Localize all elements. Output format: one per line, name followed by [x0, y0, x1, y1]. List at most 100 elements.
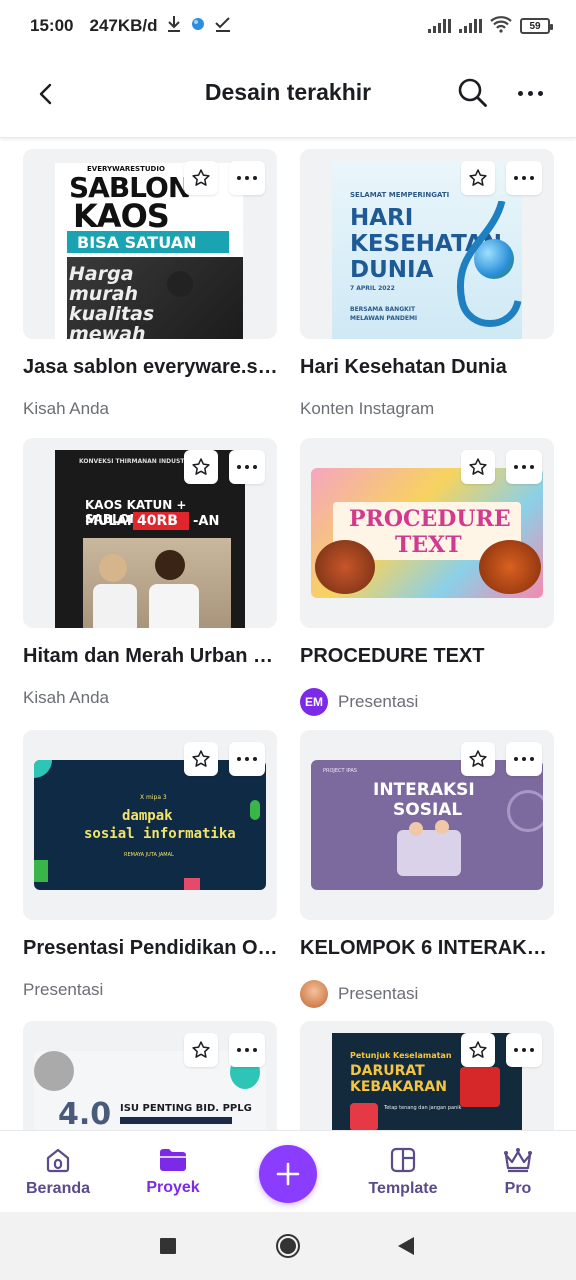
- nav-item-home[interactable]: Beranda: [14, 1131, 102, 1213]
- stethoscope-icon: [456, 201, 522, 327]
- design-title[interactable]: PROCEDURE TEXT: [300, 645, 556, 668]
- star-icon: [192, 750, 210, 767]
- back-system-button[interactable]: [392, 1232, 420, 1260]
- card-options-button[interactable]: [229, 161, 265, 195]
- thumbnail-art: PROJECT IPAS INTERAKSI SOSIAL: [311, 760, 543, 890]
- nav-item-templates[interactable]: Template: [356, 1131, 450, 1213]
- favorite-button[interactable]: [184, 161, 218, 195]
- folder-icon: [160, 1149, 186, 1171]
- dot-icon: [253, 1048, 257, 1052]
- thumb-shape: [34, 760, 52, 778]
- download-icon: [166, 15, 182, 38]
- favorite-button[interactable]: [184, 1033, 218, 1067]
- thumb-text: sosial informatika: [84, 826, 236, 842]
- card-options-button[interactable]: [229, 1033, 265, 1067]
- thumb-text: PROCEDURE: [349, 506, 511, 532]
- design-thumbnail[interactable]: PROCEDURE TEXT: [300, 438, 554, 628]
- design-thumbnail[interactable]: 4.0 ISU PENTING BID. PPLG: [23, 1021, 277, 1130]
- star-icon: [469, 750, 487, 767]
- thumb-text: 40RB: [137, 513, 178, 529]
- thumb-text: murah: [69, 283, 139, 305]
- nav-label-projects: Proyek: [146, 1179, 200, 1196]
- thumb-person: [167, 271, 193, 297]
- favorite-button[interactable]: [461, 1033, 495, 1067]
- thumb-text: SELAMAT MEMPERINGATI: [350, 191, 450, 199]
- thumb-food: [315, 540, 375, 594]
- design-subtitle: EM Presentasi: [300, 688, 418, 716]
- star-icon: [469, 1041, 487, 1058]
- design-thumbnail[interactable]: KONVEKSI THIRMANAN INDUSTRIES KAOS KATUN…: [23, 438, 277, 628]
- design-thumbnail[interactable]: PROJECT IPAS INTERAKSI SOSIAL: [300, 730, 554, 920]
- dot-icon: [237, 465, 241, 469]
- status-network-speed: 247KB/d: [89, 16, 158, 35]
- recent-apps-button[interactable]: [154, 1232, 182, 1260]
- thumb-text: Petunjuk Keselamatan: [350, 1051, 452, 1060]
- star-icon: [192, 169, 210, 186]
- thumb-text: SOSIAL: [393, 800, 463, 820]
- design-thumbnail[interactable]: SELAMAT MEMPERINGATI HARI KESEHATAN DUNI…: [300, 149, 554, 339]
- design-title[interactable]: KELOMPOK 6 INTERAKSI SOSIAL: [300, 937, 556, 960]
- nav-item-projects[interactable]: Proyek: [128, 1131, 218, 1213]
- nav-item-pro[interactable]: Pro: [478, 1131, 558, 1213]
- search-button[interactable]: [456, 76, 490, 110]
- design-subtitle-text: Presentasi: [338, 692, 419, 711]
- design-subtitle: Konten Instagram: [300, 399, 434, 419]
- dot-icon: [237, 757, 241, 761]
- card-options-button[interactable]: [229, 742, 265, 776]
- dot-icon: [253, 176, 257, 180]
- design-subtitle: Presentasi: [23, 980, 103, 1000]
- design-title[interactable]: Hari Kesehatan Dunia: [300, 356, 556, 379]
- home-system-button[interactable]: [274, 1232, 302, 1260]
- more-options-button[interactable]: [510, 78, 550, 108]
- design-subtitle-text: Kisah Anda: [23, 688, 110, 707]
- card-options-button[interactable]: [506, 450, 542, 484]
- favorite-button[interactable]: [461, 742, 495, 776]
- card-options-button[interactable]: [506, 742, 542, 776]
- bottom-navigation: Beranda Proyek Template Pro: [0, 1130, 576, 1212]
- thumbnail-art: PROCEDURE TEXT: [311, 468, 543, 598]
- design-thumbnail[interactable]: Petunjuk Keselamatan DARURAT KEBAKARAN T…: [300, 1021, 554, 1130]
- thumbnail-art: X mipa 3 dampak sosial informatika REMAY…: [34, 760, 266, 890]
- design-subtitle: Presentasi: [300, 980, 418, 1008]
- favorite-button[interactable]: [184, 450, 218, 484]
- thumb-text: REMAYA JUTA JAMAL: [124, 852, 174, 858]
- thumb-text: HARI: [350, 205, 414, 231]
- square-icon: [160, 1238, 176, 1254]
- circle-icon: [276, 1234, 300, 1258]
- owner-avatar: EM: [300, 688, 328, 716]
- card-options-button[interactable]: [506, 161, 542, 195]
- home-icon: [46, 1148, 70, 1173]
- triangle-back-icon: [398, 1237, 414, 1255]
- thumb-text: DARURAT: [350, 1063, 425, 1079]
- dot-icon: [514, 465, 518, 469]
- card-options-button[interactable]: [506, 1033, 542, 1067]
- app-bar: Desain terakhir: [0, 52, 576, 138]
- design-title[interactable]: Hitam dan Merah Urban Streetwear: [23, 645, 279, 668]
- card-options-button[interactable]: [229, 450, 265, 484]
- search-icon: [458, 78, 487, 107]
- create-design-button[interactable]: [259, 1145, 317, 1203]
- dot-icon: [253, 465, 257, 469]
- design-thumbnail[interactable]: X mipa 3 dampak sosial informatika REMAY…: [23, 730, 277, 920]
- crown-icon: [504, 1148, 532, 1173]
- system-navigation-bar: [0, 1212, 576, 1280]
- dot-icon: [522, 757, 526, 761]
- thumb-text: MULAI: [85, 514, 132, 529]
- favorite-button[interactable]: [461, 161, 495, 195]
- dot-icon: [522, 1048, 526, 1052]
- owner-avatar: [300, 980, 328, 1008]
- thumb-person: [155, 550, 185, 580]
- design-title[interactable]: Presentasi Pendidikan Online: [23, 937, 279, 960]
- design-subtitle: Kisah Anda: [23, 688, 109, 708]
- design-title[interactable]: Jasa sablon everyware.studio: [23, 356, 279, 379]
- design-subtitle-text: Konten Instagram: [300, 399, 435, 418]
- thumb-text: INTERAKSI: [373, 780, 475, 800]
- design-thumbnail[interactable]: EVERYWARESTUDIO SABLON KAOS BISA SATUAN …: [23, 149, 277, 339]
- back-button[interactable]: [30, 78, 62, 110]
- thumb-text: Harga: [69, 263, 134, 285]
- favorite-button[interactable]: [184, 742, 218, 776]
- design-subtitle: Kisah Anda: [23, 399, 109, 419]
- thumb-extinguisher: [460, 1067, 500, 1107]
- favorite-button[interactable]: [461, 450, 495, 484]
- battery-level: 59: [529, 20, 541, 32]
